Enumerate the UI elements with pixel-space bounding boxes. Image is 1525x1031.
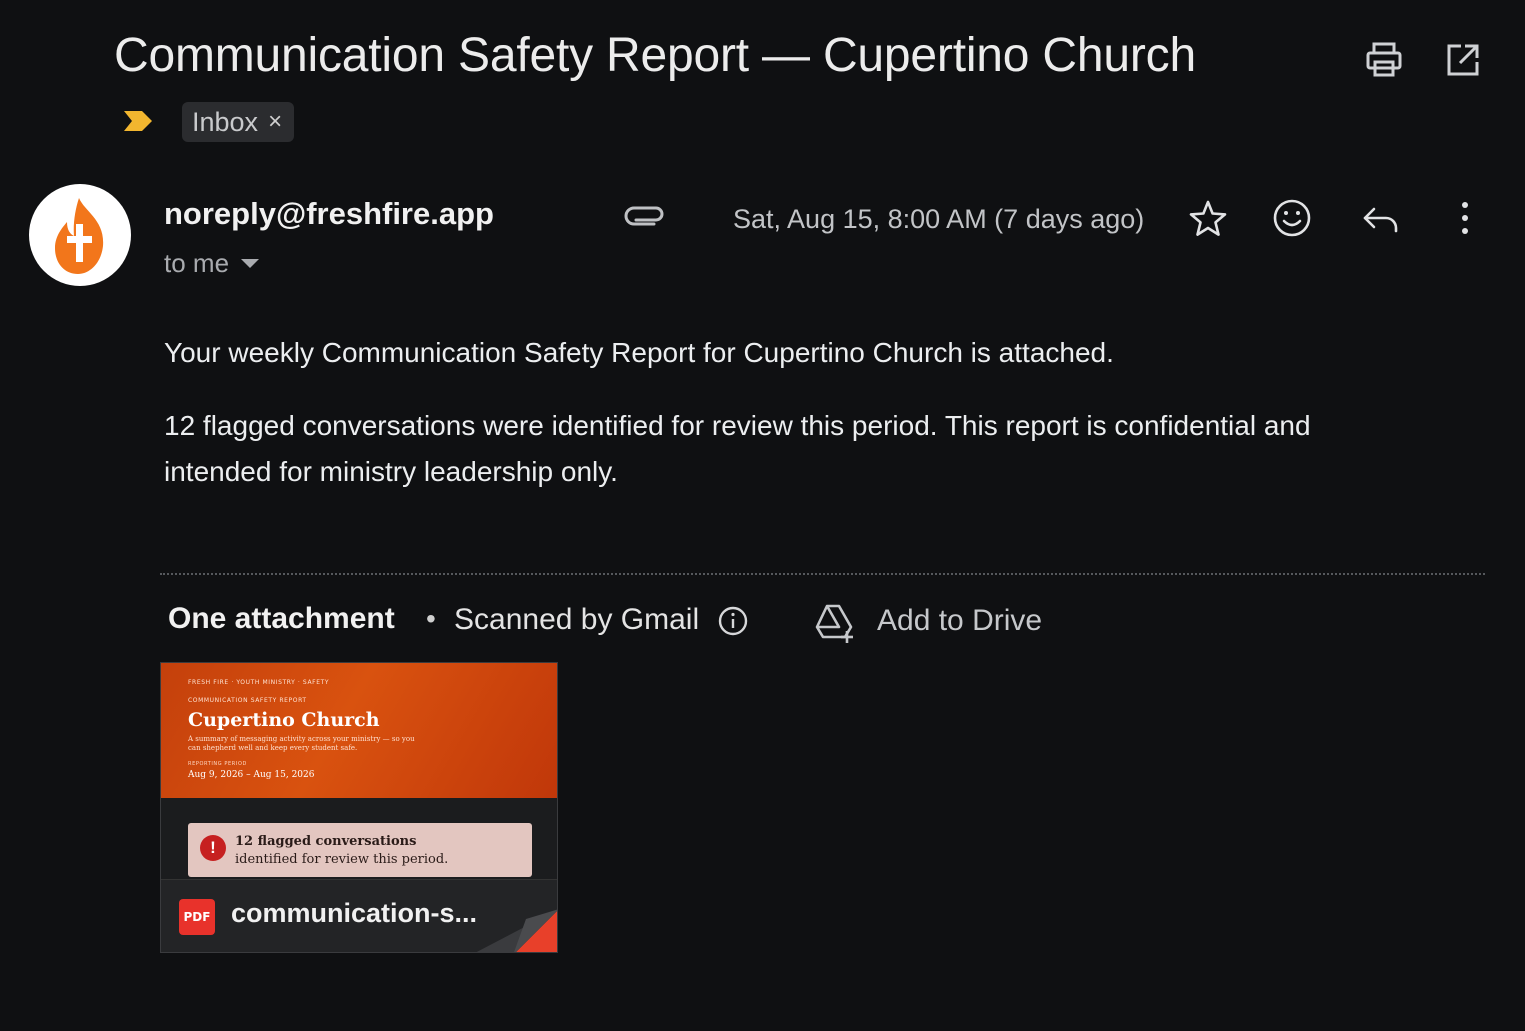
attachment-filename[interactable]: communication-s...: [231, 898, 477, 929]
body-paragraph-1: Your weekly Communication Safety Report …: [164, 337, 1114, 368]
attachments-divider: [160, 573, 1485, 575]
scanned-by-gmail: Scanned by Gmail: [454, 603, 700, 636]
preview-period-label: REPORTING PERIOD: [188, 761, 247, 767]
attachment-card[interactable]: FRESH FIRE · YOUTH MINISTRY · SAFETY COM…: [160, 662, 558, 953]
separator-dot: •: [426, 603, 436, 634]
paperclip-icon: [624, 200, 666, 232]
preview-kicker: FRESH FIRE · YOUTH MINISTRY · SAFETY: [188, 679, 330, 686]
sender-address[interactable]: noreply@freshfire.app: [164, 196, 494, 232]
preview-alert-box: ! 12 flagged conversations identified fo…: [188, 823, 532, 877]
preview-alert-line-2: identified for review this period.: [235, 852, 449, 867]
recipient-details-toggle[interactable]: to me: [164, 248, 260, 279]
message-date: Sat, Aug 15, 8:00 AM (7 days ago): [733, 204, 1145, 234]
more-options-icon[interactable]: [1446, 197, 1486, 241]
add-to-drive-button[interactable]: Add to Drive: [877, 604, 1042, 638]
sender-avatar[interactable]: [29, 184, 131, 286]
preview-summary: A summary of messaging activity across y…: [188, 735, 415, 752]
recipient-text: to me: [164, 248, 230, 278]
email-subject: Communication Safety Report — Cupertino …: [114, 29, 1196, 82]
star-icon[interactable]: [1188, 197, 1228, 241]
emoji-reaction-icon[interactable]: [1272, 197, 1312, 241]
page-fold-corner-icon: [476, 909, 557, 952]
preview-alert-line-1: 12 flagged conversations: [235, 834, 417, 849]
preview-report-label: COMMUNICATION SAFETY REPORT: [188, 697, 307, 704]
label-chip-text: Inbox: [192, 106, 259, 137]
inbox-label-chip[interactable]: Inbox ×: [182, 102, 295, 142]
body-paragraph-2-line-1: 12 flagged conversations were identified…: [164, 410, 1311, 441]
print-icon[interactable]: [1364, 40, 1404, 80]
attachment-preview: FRESH FIRE · YOUTH MINISTRY · SAFETY COM…: [161, 663, 557, 798]
alert-exclamation-icon: !: [200, 835, 226, 861]
open-in-new-window-icon[interactable]: [1443, 40, 1483, 80]
remove-label-icon[interactable]: ×: [268, 110, 282, 134]
attachment-count: One attachment: [168, 602, 395, 635]
attachment-name-bar[interactable]: PDF communication-s...: [161, 879, 557, 952]
preview-title: Cupertino Church: [188, 709, 380, 731]
important-marker-icon[interactable]: [122, 109, 154, 133]
add-to-drive-icon[interactable]: [812, 601, 856, 645]
reply-icon[interactable]: [1360, 197, 1400, 241]
body-paragraph-2-line-2: intended for ministry leadership only.: [164, 456, 618, 487]
chevron-down-icon: [241, 259, 260, 268]
info-icon[interactable]: [717, 605, 749, 637]
preview-period: Aug 9, 2026 – Aug 15, 2026: [188, 770, 315, 780]
flame-cross-logo-icon: [55, 198, 104, 274]
pdf-file-icon: PDF: [179, 899, 215, 935]
